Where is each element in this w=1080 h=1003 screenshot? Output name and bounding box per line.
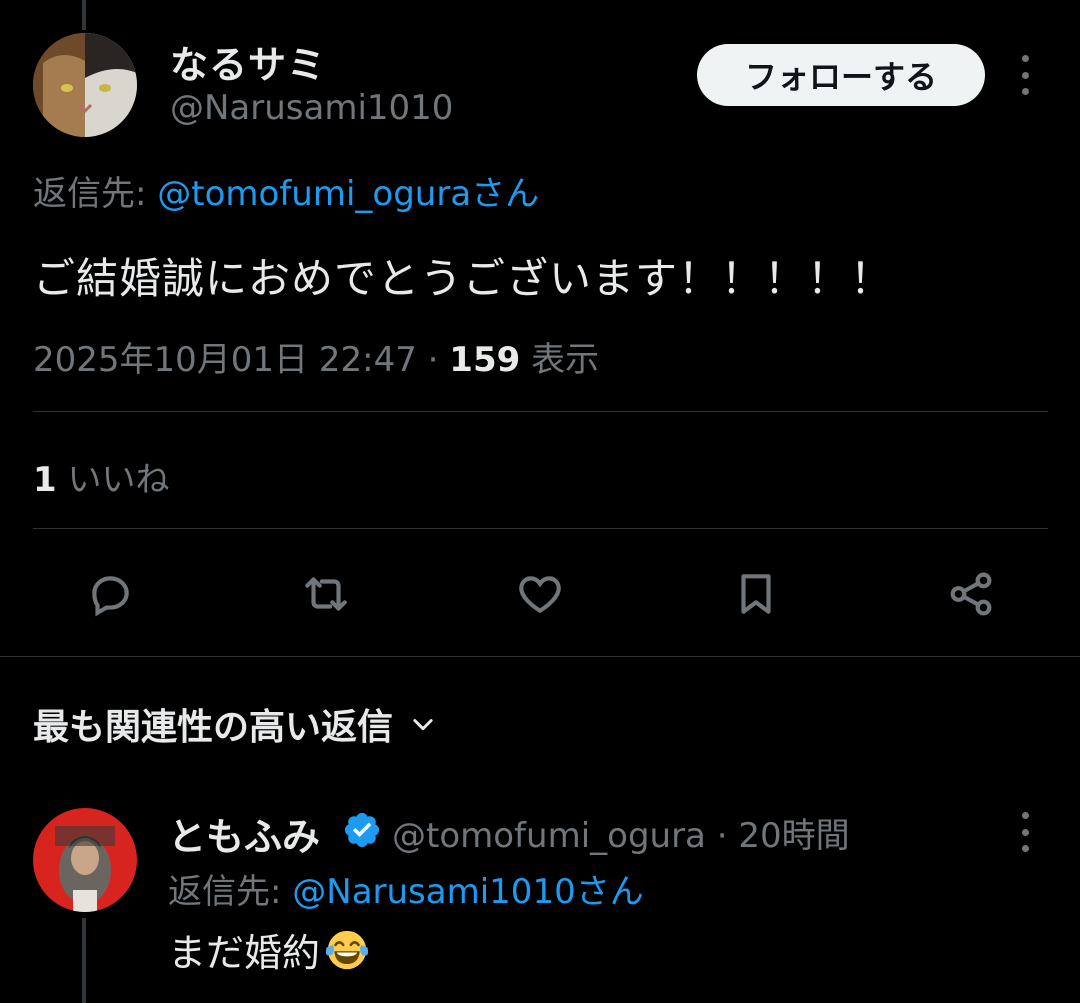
tweet-text: ご結婚誠におめでとうございます！！！！！ <box>33 254 894 303</box>
reply-icon[interactable] <box>84 568 136 620</box>
reply-author-handle[interactable]: @tomofumi_ogura <box>392 816 706 856</box>
reply-author-meta: @tomofumi_ogura · 20時間 <box>392 808 850 857</box>
verified-badge-icon <box>344 812 380 848</box>
reply-reply-to-line: 返信先: @Narusami1010さん <box>168 864 644 913</box>
thread-line <box>82 0 86 30</box>
like-icon[interactable] <box>514 568 566 620</box>
reply-time[interactable]: · 20時間 <box>717 816 850 856</box>
reply-to-link[interactable]: @tomofumi_oguraさん <box>157 174 539 214</box>
bookmark-icon[interactable] <box>730 568 782 620</box>
divider <box>33 411 1048 412</box>
divider <box>0 656 1080 657</box>
reply-reply-to-link[interactable]: @Narusami1010さん <box>292 872 643 912</box>
follow-button[interactable]: フォローする <box>697 44 985 106</box>
views-count: 159 <box>449 340 521 380</box>
author-name[interactable]: なるサミ <box>170 34 326 89</box>
author-handle[interactable]: @Narusami1010 <box>170 88 453 128</box>
reply-author-avatar[interactable] <box>33 808 137 912</box>
likes-label: いいね <box>56 460 170 500</box>
reply-author-name[interactable]: ともふみ <box>168 806 320 861</box>
share-icon[interactable] <box>945 568 997 620</box>
reply-reply-to-prefix: 返信先: <box>168 872 293 912</box>
reply-text: まだ婚約 <box>168 922 370 977</box>
reply-to-line: 返信先: @tomofumi_oguraさん <box>33 166 539 215</box>
reply-text-body: まだ婚約 <box>168 931 321 975</box>
more-options-icon[interactable] <box>1010 55 1040 95</box>
chevron-down-icon <box>413 719 433 731</box>
replies-sort-toggle[interactable]: 最も関連性の高い返信 <box>33 698 437 750</box>
divider <box>33 528 1048 529</box>
retweet-icon[interactable] <box>300 568 352 620</box>
author-avatar[interactable] <box>33 33 137 137</box>
replies-sort-label: 最も関連性の高い返信 <box>33 707 394 748</box>
tweet-meta: 2025年10月01日 22:47 · 159 表示 <box>33 332 599 381</box>
meta-separator: · <box>416 340 450 380</box>
face-with-tears-of-joy-icon <box>325 930 369 969</box>
reply-more-options-icon[interactable] <box>1010 812 1040 852</box>
reply-to-prefix: 返信先: <box>33 174 158 214</box>
likes-count: 1 <box>33 460 57 500</box>
likes-stat[interactable]: 1 いいね <box>33 452 169 501</box>
timestamp[interactable]: 2025年10月01日 22:47 <box>33 340 417 380</box>
views-label: 表示 <box>520 340 600 380</box>
thread-line <box>82 918 86 1003</box>
